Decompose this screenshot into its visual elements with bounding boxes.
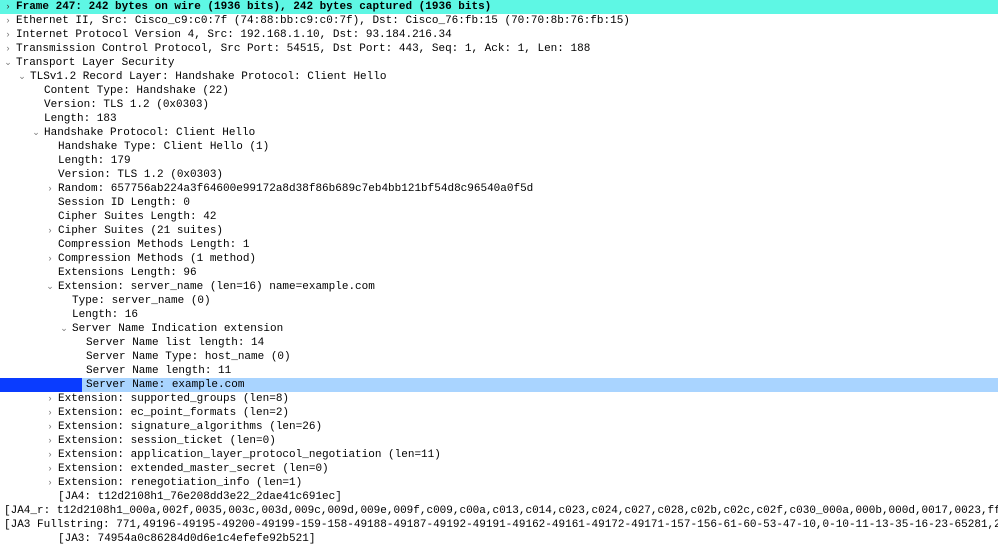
record-length-row[interactable]: Length: 183 (0, 112, 998, 126)
record-length-label: Length: 183 (42, 112, 117, 126)
expand-arrow[interactable]: › (44, 224, 56, 238)
ext-session-ticket-row[interactable]: › Extension: session_ticket (len=0) (0, 434, 998, 448)
ip-row[interactable]: › Internet Protocol Version 4, Src: 192.… (0, 28, 998, 42)
collapse-arrow[interactable]: ⌄ (2, 56, 14, 70)
expand-arrow[interactable]: › (44, 406, 56, 420)
ethernet-row[interactable]: › Ethernet II, Src: Cisco_c9:c0:7f (74:8… (0, 14, 998, 28)
record-version-row[interactable]: Version: TLS 1.2 (0x0303) (0, 98, 998, 112)
ja3-label: [JA3: 74954a0c86284d0d6e1c4efefe92b521] (56, 532, 315, 546)
handshake-label: Handshake Protocol: Client Hello (42, 126, 255, 140)
ext-supported-groups-label: Extension: supported_groups (len=8) (56, 392, 289, 406)
handshake-length-row[interactable]: Length: 179 (0, 154, 998, 168)
expand-arrow[interactable]: › (44, 392, 56, 406)
handshake-type-row[interactable]: Handshake Type: Client Hello (1) (0, 140, 998, 154)
sni-length-row[interactable]: Length: 16 (0, 308, 998, 322)
extensions-length-row[interactable]: Extensions Length: 96 (0, 266, 998, 280)
ja4-label: [JA4: t12d2108h1_76e208dd3e22_2dae41c691… (56, 490, 342, 504)
ext-alpn-row[interactable]: › Extension: application_layer_protocol_… (0, 448, 998, 462)
expand-arrow[interactable]: › (2, 0, 14, 14)
handshake-row[interactable]: ⌄ Handshake Protocol: Client Hello (0, 126, 998, 140)
collapse-arrow[interactable]: ⌄ (58, 322, 70, 336)
record-version-label: Version: TLS 1.2 (0x0303) (42, 98, 209, 112)
expand-arrow[interactable]: › (44, 476, 56, 490)
expand-arrow[interactable]: › (2, 42, 14, 56)
sni-name-type-row[interactable]: Server Name Type: host_name (0) (0, 350, 998, 364)
ja3-fullstring-row[interactable]: [JA3 Fullstring: 771,49196-49195-49200-4… (0, 518, 998, 532)
tcp-row[interactable]: › Transmission Control Protocol, Src Por… (0, 42, 998, 56)
ext-ec-point-formats-row[interactable]: › Extension: ec_point_formats (len=2) (0, 406, 998, 420)
ext-ems-row[interactable]: › Extension: extended_master_secret (len… (0, 462, 998, 476)
sni-list-length-row[interactable]: Server Name list length: 14 (0, 336, 998, 350)
content-type-label: Content Type: Handshake (22) (42, 84, 229, 98)
expand-arrow[interactable]: › (44, 434, 56, 448)
handshake-type-label: Handshake Type: Client Hello (1) (56, 140, 269, 154)
extensions-length-label: Extensions Length: 96 (56, 266, 197, 280)
handshake-version-row[interactable]: Version: TLS 1.2 (0x0303) (0, 168, 998, 182)
sni-server-name-label: Server Name: example.com (84, 378, 244, 392)
frame-summary-row[interactable]: › Frame 247: 242 bytes on wire (1936 bit… (0, 0, 998, 14)
cipher-suites-length-row[interactable]: Cipher Suites Length: 42 (0, 210, 998, 224)
sni-length-label: Length: 16 (70, 308, 138, 322)
ja4-r-label: [JA4_r: t12d2108h1_000a,002f,0035,003c,0… (2, 504, 998, 518)
ext-ec-point-formats-label: Extension: ec_point_formats (len=2) (56, 406, 289, 420)
ethernet-label: Ethernet II, Src: Cisco_c9:c0:7f (74:88:… (14, 14, 630, 28)
sni-type-label: Type: server_name (0) (70, 294, 211, 308)
ext-signature-algorithms-row[interactable]: › Extension: signature_algorithms (len=2… (0, 420, 998, 434)
ext-server-name-label: Extension: server_name (len=16) name=exa… (56, 280, 375, 294)
ext-ems-label: Extension: extended_master_secret (len=0… (56, 462, 329, 476)
ext-signature-algorithms-label: Extension: signature_algorithms (len=26) (56, 420, 322, 434)
expand-arrow[interactable]: › (44, 252, 56, 266)
expand-arrow[interactable]: › (44, 462, 56, 476)
sni-type-row[interactable]: Type: server_name (0) (0, 294, 998, 308)
ja3-row[interactable]: [JA3: 74954a0c86284d0d6e1c4efefe92b521] (0, 532, 998, 546)
sni-extension-row[interactable]: ⌄ Server Name Indication extension (0, 322, 998, 336)
record-label: TLSv1.2 Record Layer: Handshake Protocol… (28, 70, 386, 84)
ext-server-name-row[interactable]: ⌄ Extension: server_name (len=16) name=e… (0, 280, 998, 294)
expand-arrow[interactable]: › (44, 448, 56, 462)
packet-details-tree: › Frame 247: 242 bytes on wire (1936 bit… (0, 0, 998, 546)
content-type-row[interactable]: Content Type: Handshake (22) (0, 84, 998, 98)
random-row[interactable]: › Random: 657756ab224a3f64600e99172a8d38… (0, 182, 998, 196)
ext-reneg-row[interactable]: › Extension: renegotiation_info (len=1) (0, 476, 998, 490)
ja4-row[interactable]: [JA4: t12d2108h1_76e208dd3e22_2dae41c691… (0, 490, 998, 504)
sni-name-length-row[interactable]: Server Name length: 11 (0, 364, 998, 378)
ext-supported-groups-row[interactable]: › Extension: supported_groups (len=8) (0, 392, 998, 406)
compression-methods-label: Compression Methods (1 method) (56, 252, 256, 266)
ext-alpn-label: Extension: application_layer_protocol_ne… (56, 448, 441, 462)
ja4-r-row[interactable]: [JA4_r: t12d2108h1_000a,002f,0035,003c,0… (0, 504, 998, 518)
collapse-arrow[interactable]: ⌄ (44, 280, 56, 294)
collapse-arrow[interactable]: ⌄ (16, 70, 28, 84)
ext-reneg-label: Extension: renegotiation_info (len=1) (56, 476, 302, 490)
frame-summary-label: Frame 247: 242 bytes on wire (1936 bits)… (14, 0, 491, 14)
tls-row[interactable]: ⌄ Transport Layer Security (0, 56, 998, 70)
expand-arrow[interactable]: › (44, 420, 56, 434)
sni-server-name-row[interactable]: Server Name: example.com (0, 378, 998, 392)
compression-methods-row[interactable]: › Compression Methods (1 method) (0, 252, 998, 266)
cipher-suites-label: Cipher Suites (21 suites) (56, 224, 223, 238)
tls-label: Transport Layer Security (14, 56, 174, 70)
random-label: Random: 657756ab224a3f64600e99172a8d38f8… (56, 182, 533, 196)
cipher-suites-row[interactable]: › Cipher Suites (21 suites) (0, 224, 998, 238)
compression-methods-length-label: Compression Methods Length: 1 (56, 238, 249, 252)
ip-label: Internet Protocol Version 4, Src: 192.16… (14, 28, 452, 42)
expand-arrow[interactable]: › (44, 182, 56, 196)
handshake-length-label: Length: 179 (56, 154, 131, 168)
record-row[interactable]: ⌄ TLSv1.2 Record Layer: Handshake Protoc… (0, 70, 998, 84)
compression-methods-length-row[interactable]: Compression Methods Length: 1 (0, 238, 998, 252)
cipher-suites-length-label: Cipher Suites Length: 42 (56, 210, 216, 224)
sni-name-type-label: Server Name Type: host_name (0) (84, 350, 291, 364)
ja3-fullstring-label: [JA3 Fullstring: 771,49196-49195-49200-4… (2, 518, 998, 532)
tcp-label: Transmission Control Protocol, Src Port:… (14, 42, 590, 56)
collapse-arrow[interactable]: ⌄ (30, 126, 42, 140)
sni-name-length-label: Server Name length: 11 (84, 364, 231, 378)
handshake-version-label: Version: TLS 1.2 (0x0303) (56, 168, 223, 182)
expand-arrow[interactable]: › (2, 28, 14, 42)
sni-list-length-label: Server Name list length: 14 (84, 336, 264, 350)
session-id-length-row[interactable]: Session ID Length: 0 (0, 196, 998, 210)
ext-session-ticket-label: Extension: session_ticket (len=0) (56, 434, 276, 448)
expand-arrow[interactable]: › (2, 14, 14, 28)
sni-extension-label: Server Name Indication extension (70, 322, 283, 336)
session-id-length-label: Session ID Length: 0 (56, 196, 190, 210)
